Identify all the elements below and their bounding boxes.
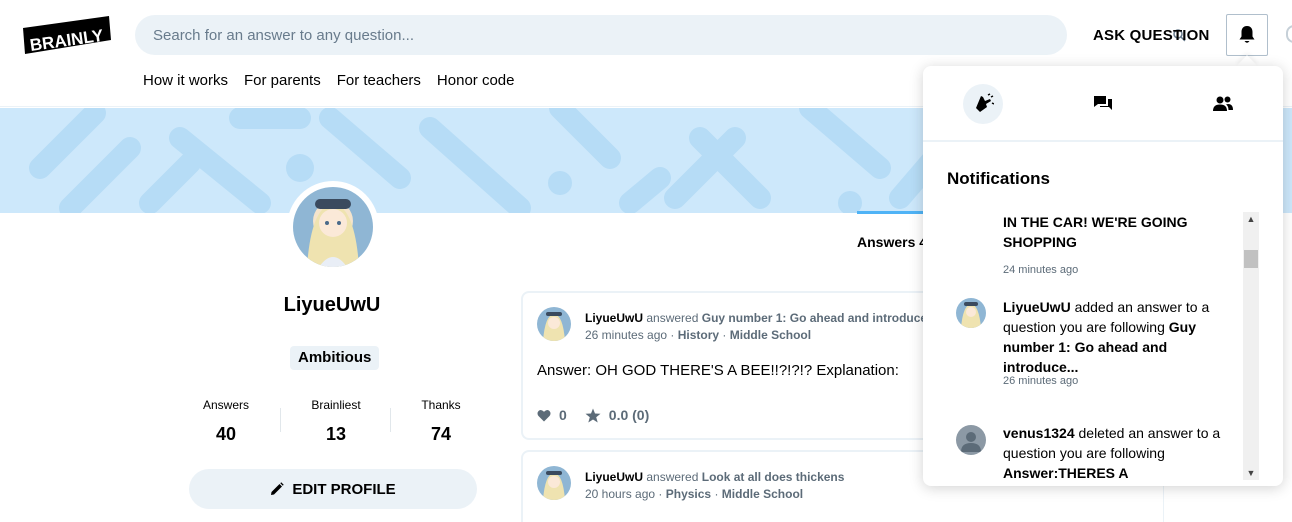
profile-username: LiyueUwU xyxy=(283,294,381,316)
scroll-thumb[interactable] xyxy=(1244,250,1258,268)
stat-value: 40 xyxy=(215,424,237,444)
answer-verb: answered xyxy=(646,311,699,325)
answer-meta: 20 hours ago · Physics · Middle School xyxy=(585,487,804,501)
notification-bold: venus1324 xyxy=(1003,425,1075,441)
anime-avatar-image xyxy=(956,298,986,328)
answer-body: Answer: OH GOD THERE'S A BEE!!?!?!? Expl… xyxy=(537,362,899,379)
scroll-down-arrow[interactable]: ▼ xyxy=(1243,466,1259,480)
likes-count: 0 xyxy=(559,407,567,423)
subject-link[interactable]: Physics xyxy=(666,487,711,501)
author-avatar[interactable] xyxy=(537,307,571,341)
notification-tabs xyxy=(923,66,1283,142)
profile-avatar[interactable] xyxy=(287,181,379,273)
answer-verb: answered xyxy=(646,470,699,484)
chat-icon xyxy=(1094,96,1112,110)
stat-value: 74 xyxy=(430,424,452,444)
notification-scrollbar[interactable]: ▲ ▼ xyxy=(1243,212,1259,480)
stat-thanks: Thanks 74 xyxy=(391,398,491,445)
answer-actions: 0 0.0 (0) xyxy=(537,407,649,423)
nav-for-parents[interactable]: For parents xyxy=(244,72,321,89)
tab-friends[interactable] xyxy=(1203,84,1243,124)
question-link[interactable]: Look at all does thickens xyxy=(702,470,845,484)
notification-text: venus1324 deleted an answer to a questio… xyxy=(1003,423,1235,483)
author-avatar[interactable] xyxy=(537,466,571,500)
tab-activity[interactable] xyxy=(963,84,1003,124)
answer-card[interactable]: LiyueUwU answered Guy number 1: Go ahead… xyxy=(521,291,941,440)
author-name[interactable]: LiyueUwU xyxy=(585,470,643,484)
notifications-panel: Notifications IN THE CAR! WE'RE GOING SH… xyxy=(923,66,1283,486)
search-bar xyxy=(135,15,1186,55)
nav-honor-code[interactable]: Honor code xyxy=(437,72,515,89)
anime-avatar-image xyxy=(537,307,571,341)
ask-question-button[interactable]: ASK QUESTION xyxy=(1083,22,1220,48)
notification-text: IN THE CAR! WE'RE GOING SHOPPING xyxy=(1003,212,1235,252)
megaphone-icon xyxy=(976,93,994,112)
stat-label: Answers xyxy=(202,398,249,412)
nav-for-teachers[interactable]: For teachers xyxy=(337,72,421,89)
question-link[interactable]: Guy number 1: Go ahead and introduce you… xyxy=(702,311,941,325)
edit-profile-label: EDIT PROFILE xyxy=(292,480,396,498)
brainly-logo[interactable]: BRAINLY xyxy=(21,14,112,55)
level-link[interactable]: Middle School xyxy=(722,487,803,501)
anime-avatar-image xyxy=(537,466,571,500)
default-user-icon xyxy=(961,432,981,452)
answer-card[interactable]: LiyueUwU answered Look at all does thick… xyxy=(521,450,941,522)
notification-avatar[interactable] xyxy=(956,298,986,328)
level-link[interactable]: Middle School xyxy=(730,328,811,342)
answer-header: LiyueUwU answered Look at all does thick… xyxy=(585,470,941,484)
answer-header: LiyueUwU answered Guy number 1: Go ahead… xyxy=(585,311,941,325)
notification-time: 26 minutes ago xyxy=(1003,375,1079,387)
divider xyxy=(280,408,281,432)
main-nav: How it works For parents For teachers Ho… xyxy=(143,72,514,89)
bell-icon xyxy=(1239,26,1255,43)
search-input[interactable] xyxy=(153,15,1013,55)
account-menu-edge[interactable] xyxy=(1286,25,1292,43)
notification-bold: IN THE CAR! WE'RE GOING SHOPPING xyxy=(1003,214,1188,250)
notification-time: 24 minutes ago xyxy=(1003,264,1079,276)
tab-answers[interactable]: Answers 40 xyxy=(857,234,925,250)
pencil-icon xyxy=(271,482,285,495)
friends-icon xyxy=(1213,96,1233,111)
author-name[interactable]: LiyueUwU xyxy=(585,311,643,325)
notification-avatar[interactable] xyxy=(956,425,986,455)
rating-value: 0.0 (0) xyxy=(608,407,650,423)
edit-profile-button[interactable]: EDIT PROFILE xyxy=(189,469,477,509)
subject-link[interactable]: History xyxy=(678,328,719,342)
answer-meta: 26 minutes ago · History · Middle School xyxy=(585,328,812,342)
notification-bold: LiyueUwU xyxy=(1003,299,1071,315)
notification-bold: Answer:THERES A xyxy=(1003,465,1129,481)
stat-brainliest: Brainliest 13 xyxy=(286,398,386,445)
scroll-up-arrow[interactable]: ▲ xyxy=(1243,212,1259,226)
notification-list: IN THE CAR! WE'RE GOING SHOPPING 24 minu… xyxy=(923,206,1263,486)
star-icon[interactable] xyxy=(585,408,601,423)
notification-text: LiyueUwU added an answer to a question y… xyxy=(1003,297,1235,377)
stat-label: Thanks xyxy=(421,398,461,412)
stat-label: Brainliest xyxy=(311,398,361,412)
tab-messages[interactable] xyxy=(1083,84,1123,124)
answer-time: 20 hours ago xyxy=(585,487,656,501)
stat-value: 13 xyxy=(325,424,347,444)
rank-badge: Ambitious xyxy=(290,346,380,370)
answer-time: 26 minutes ago xyxy=(585,328,668,342)
stat-answers: Answers 40 xyxy=(176,398,276,445)
notifications-title: Notifications xyxy=(947,169,1050,188)
notifications-button[interactable] xyxy=(1226,14,1268,56)
nav-how-it-works[interactable]: How it works xyxy=(143,72,228,89)
anime-avatar-image xyxy=(293,187,373,267)
heart-icon[interactable] xyxy=(537,409,551,422)
